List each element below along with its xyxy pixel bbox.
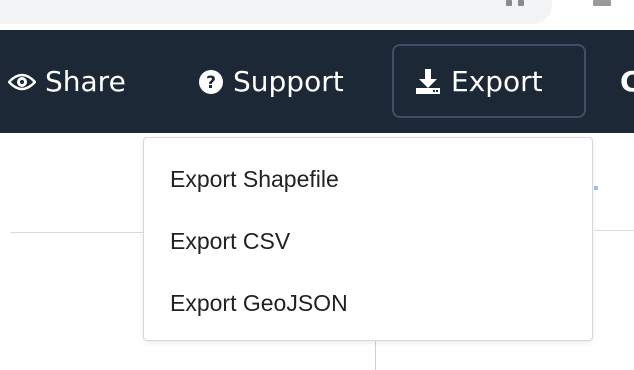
address-bar[interactable]	[0, 0, 552, 24]
chrome-glyph	[506, 0, 512, 6]
export-csv-item[interactable]: Export CSV	[144, 212, 592, 270]
export-button[interactable]: Export	[392, 44, 586, 118]
support-button[interactable]: ? Support	[198, 30, 344, 133]
map-marker	[594, 186, 598, 190]
map-divider	[10, 232, 145, 233]
support-label: Support	[233, 65, 344, 98]
nav-partial-label: C	[620, 65, 634, 98]
export-dropdown-menu: Export Shapefile Export CSV Export GeoJS…	[143, 137, 593, 341]
chrome-glyph	[518, 0, 524, 6]
svg-text:?: ?	[206, 73, 216, 93]
map-divider	[375, 340, 376, 370]
menu-item-label: Export Shapefile	[170, 165, 339, 192]
nav-item-partial[interactable]: C	[620, 30, 634, 133]
browser-chrome	[0, 0, 634, 30]
export-shapefile-item[interactable]: Export Shapefile	[144, 150, 592, 208]
export-label: Export	[451, 64, 543, 98]
share-button[interactable]: Share	[8, 30, 126, 133]
share-label: Share	[45, 65, 126, 98]
question-circle-icon: ?	[198, 69, 224, 95]
top-navbar: Share ? Support Export C	[0, 30, 634, 133]
export-geojson-item[interactable]: Export GeoJSON	[144, 274, 592, 332]
menu-item-label: Export CSV	[170, 227, 291, 254]
eye-icon	[8, 72, 36, 92]
menu-item-label: Export GeoJSON	[170, 289, 348, 316]
download-icon	[414, 67, 442, 95]
chrome-glyph	[593, 0, 611, 6]
map-divider	[594, 230, 634, 231]
